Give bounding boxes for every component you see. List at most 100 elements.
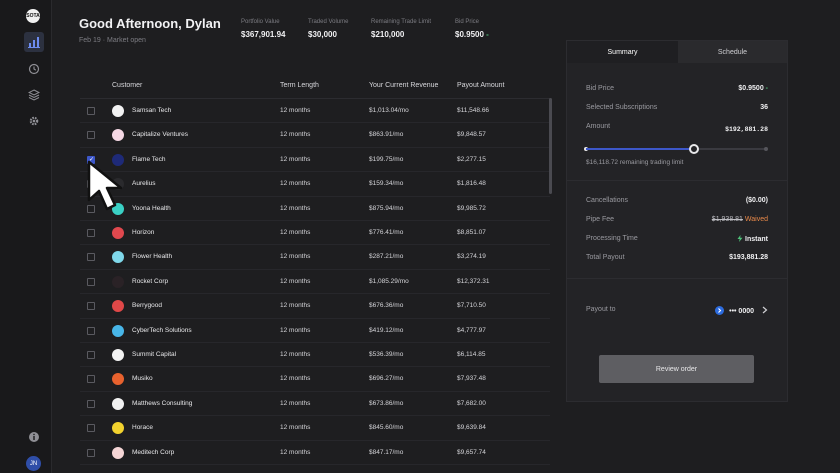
row-checkbox[interactable]: [87, 424, 95, 433]
customer-name: Capitalize Ventures: [132, 131, 189, 139]
table-scrollbar[interactable]: [549, 98, 552, 194]
payout-amount: $7,937.48: [457, 375, 486, 383]
customer-name: CyberTech Solutions: [132, 326, 192, 334]
customer-name: Matthews Consulting: [132, 399, 193, 407]
table-row[interactable]: Samsan Tech 12 months $1,013.04/mo $11,548.…: [80, 99, 550, 124]
row-checkbox[interactable]: [87, 131, 95, 140]
page-title: Good Afternoon, Dylan: [79, 16, 221, 31]
current-revenue: $845.60/mo: [369, 424, 404, 432]
nav-layers[interactable]: [24, 85, 44, 105]
row-checkbox[interactable]: [87, 277, 95, 286]
column-header-revenue[interactable]: Your Current Revenue: [369, 82, 438, 89]
table-row[interactable]: Rocket Corp 12 months $1,085.29/mo $12,372.…: [80, 270, 550, 295]
app-logo[interactable]: SOTA: [26, 9, 40, 23]
table-header: Customer Term Length Your Current Revenu…: [80, 73, 550, 99]
nav-dashboard[interactable]: [24, 32, 44, 52]
gear-icon: [29, 116, 39, 126]
info-icon: [29, 432, 39, 442]
table-row[interactable]: Flame Tech 12 months $199.75/mo $2,277.15: [80, 148, 550, 173]
processing-time-label: Processing Time: [586, 235, 638, 242]
company-logo-icon: [112, 275, 124, 288]
stat-bid-price: Bid Price $0.9500 -: [455, 19, 489, 39]
term-length: 12 months: [280, 375, 311, 383]
remaining-limit-text: $16,118.72 remaining trading limit: [586, 159, 684, 166]
current-revenue: $847.17/mo: [369, 448, 404, 456]
customer-name: Meditech Corp: [132, 448, 175, 456]
row-checkbox[interactable]: [87, 253, 95, 262]
chevron-right-icon: [762, 306, 768, 314]
row-checkbox[interactable]: [87, 229, 95, 237]
row-checkbox[interactable]: [87, 326, 95, 335]
term-length: 12 months: [280, 302, 311, 310]
term-length: 12 months: [280, 351, 311, 358]
customer-name: Aurelius: [132, 180, 156, 188]
date-market-status: Feb 19 · Market open: [79, 37, 146, 44]
term-length: 12 months: [280, 155, 311, 163]
nav-history[interactable]: [24, 59, 44, 79]
row-checkbox[interactable]: [87, 399, 95, 408]
slider-handle[interactable]: [689, 144, 699, 154]
current-revenue: $696.27/mo: [369, 375, 404, 383]
row-checkbox[interactable]: [87, 448, 95, 457]
row-checkbox[interactable]: [87, 375, 95, 384]
payout-amount: $9,985.72: [457, 204, 486, 212]
tab-summary[interactable]: Summary: [567, 41, 678, 63]
current-revenue: $536.39/mo: [369, 351, 404, 358]
review-order-button[interactable]: Review order: [599, 355, 754, 383]
stat-value: $30,000: [308, 30, 337, 39]
nav-settings[interactable]: [24, 111, 44, 131]
amount-label: Amount: [586, 123, 611, 130]
company-logo-icon: [112, 446, 124, 459]
processing-time-value: Instant: [737, 235, 768, 243]
payout-amount: $9,848.57: [457, 131, 486, 139]
tab-schedule[interactable]: Schedule: [678, 41, 787, 63]
column-header-term[interactable]: Term Length: [280, 82, 319, 89]
panel-tabs: Summary Schedule: [567, 41, 787, 63]
payout-amount: $7,710.50: [457, 302, 486, 310]
lightning-icon: [737, 235, 743, 242]
column-header-payout[interactable]: Payout Amount: [457, 82, 504, 89]
current-revenue: $676.36/mo: [369, 302, 404, 310]
company-logo-icon: [112, 349, 124, 361]
table-row[interactable]: Matthews Consulting 12 months $673.86/mo $7…: [80, 392, 550, 417]
company-logo-icon: [112, 129, 124, 142]
stat-portfolio-value: Portfolio Value $367,901.94: [241, 19, 286, 39]
sidebar: SOTA JN: [0, 0, 52, 473]
term-length: 12 months: [280, 399, 311, 407]
customer-name: Berrygood: [132, 302, 162, 310]
column-header-customer[interactable]: Customer: [112, 82, 142, 89]
table-row[interactable]: Aurelius 12 months $159.34/mo $1,816.48: [80, 172, 550, 197]
table-row[interactable]: Musiko 12 months $696.27/mo $7,937.48: [80, 367, 550, 392]
customer-name: Yoona Health: [132, 204, 171, 212]
table-row[interactable]: Yoona Health 12 months $875.94/mo $9,985.72: [80, 197, 550, 221]
table-row[interactable]: CyberTech Solutions 12 months $419.12/mo $4…: [80, 319, 550, 343]
table-row[interactable]: Berrygood 12 months $676.36/mo $7,710.50: [80, 294, 550, 319]
current-revenue: $1,085.29/mo: [369, 277, 409, 285]
row-checkbox[interactable]: [87, 302, 95, 311]
term-length: 12 months: [280, 229, 311, 236]
row-checkbox[interactable]: [87, 351, 95, 359]
term-length: 12 months: [280, 277, 311, 285]
stat-value: $367,901.94: [241, 30, 286, 39]
customer-name: Samsan Tech: [132, 107, 172, 114]
current-revenue: $875.94/mo: [369, 204, 404, 212]
customer-name: Flame Tech: [132, 155, 166, 163]
amount-slider[interactable]: [584, 144, 768, 154]
table-row[interactable]: Summit Capital 12 months $536.39/mo $6,114.…: [80, 343, 550, 368]
term-length: 12 months: [280, 204, 311, 212]
row-checkbox[interactable]: [87, 107, 95, 115]
current-revenue: $1,013.04/mo: [369, 107, 409, 114]
table-row[interactable]: Capitalize Ventures 12 months $863.91/mo $9…: [80, 123, 550, 148]
avatar[interactable]: JN: [26, 456, 41, 471]
table-row[interactable]: Flower Health 12 months $287.21/mo $3,274.1…: [80, 245, 550, 270]
pipe-fee-label: Pipe Fee: [586, 216, 615, 223]
info-button[interactable]: [24, 427, 44, 447]
payout-amount: $3,274.19: [457, 253, 486, 261]
table-row[interactable]: Horizon 12 months $776.41/mo $8,851.07: [80, 221, 550, 246]
payout-account[interactable]: ••• 0000: [715, 306, 768, 315]
payout-amount: $1,816.48: [457, 180, 486, 188]
table-row[interactable]: Meditech Corp 12 months $847.17/mo $9,657.7…: [80, 441, 550, 465]
table-row[interactable]: Horace 12 months $845.60/mo $9,639.84: [80, 416, 550, 441]
current-revenue: $776.41/mo: [369, 229, 404, 236]
bank-logo-icon: [715, 306, 725, 315]
